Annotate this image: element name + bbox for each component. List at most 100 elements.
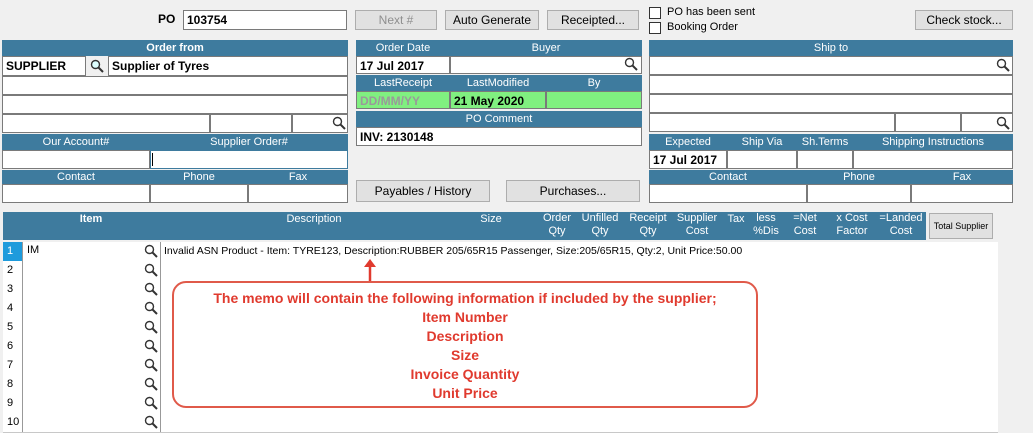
buyer-search-icon[interactable] — [624, 57, 638, 71]
order-from-header: Order from — [2, 40, 348, 56]
col-landed-cost[interactable]: =Landed Cost — [876, 212, 926, 240]
ship-contact-field[interactable] — [649, 184, 807, 203]
table-row[interactable]: 1 IM Invalid ASN Product - Item: TYRE123, … — [3, 242, 998, 262]
po-sent-checkbox[interactable] — [649, 7, 661, 19]
po-number-field[interactable]: 103754 — [183, 10, 347, 30]
description-cell[interactable] — [161, 413, 998, 432]
order-date-field[interactable]: 17 Jul 2017 — [356, 56, 450, 74]
expected-date-field[interactable]: 17 Jul 2017 — [649, 150, 727, 169]
col-description[interactable]: Description — [159, 212, 469, 240]
ship-phone-field[interactable] — [807, 184, 911, 203]
payables-history-button[interactable]: Payables / History — [356, 180, 490, 202]
col-unfilled-qty[interactable]: Unfilled Qty — [578, 212, 622, 240]
table-row[interactable]: 10 — [3, 413, 998, 433]
booking-order-checkbox[interactable] — [649, 22, 661, 34]
ship-via-field[interactable] — [727, 150, 797, 169]
col-net-cost[interactable]: =Net Cost — [786, 212, 824, 240]
address-line-1[interactable] — [2, 76, 348, 95]
annotation-line: Unit Price — [432, 385, 498, 401]
item-search-icon[interactable] — [144, 377, 158, 394]
item-cell[interactable]: IM — [23, 242, 161, 261]
item-cell[interactable] — [23, 375, 161, 394]
ship-to-line-1[interactable] — [649, 75, 1013, 94]
col-supplier-cost[interactable]: Supplier Cost — [672, 212, 722, 240]
col-receipt-qty[interactable]: Receipt Qty — [626, 212, 670, 240]
address-line-2[interactable] — [2, 95, 348, 114]
col-cost-factor[interactable]: x Cost Factor — [828, 212, 876, 240]
row-number[interactable]: 7 — [3, 356, 23, 375]
ship-to-line-2[interactable] — [649, 94, 1013, 113]
description-cell[interactable]: Invalid ASN Product - Item: TYRE123, Des… — [161, 242, 998, 261]
item-cell[interactable] — [23, 318, 161, 337]
fax-field[interactable] — [248, 184, 348, 203]
contact-field[interactable] — [2, 184, 150, 203]
row-number[interactable]: 3 — [3, 280, 23, 299]
annotation-line: The memo will contain the following info… — [213, 290, 717, 306]
auto-generate-button[interactable]: Auto Generate — [445, 10, 539, 30]
address-city[interactable] — [2, 114, 210, 133]
last-modified-header: LastModified — [450, 75, 546, 91]
ship-phone-header: Phone — [807, 170, 911, 184]
row-number[interactable]: 8 — [3, 375, 23, 394]
item-search-icon[interactable] — [144, 244, 158, 261]
item-search-icon[interactable] — [144, 415, 158, 432]
row-number[interactable]: 2 — [3, 261, 23, 280]
last-receipt-header: LastReceipt — [356, 75, 450, 91]
purchases-button[interactable]: Purchases... — [506, 180, 640, 202]
item-cell[interactable] — [23, 299, 161, 318]
row-number[interactable]: 4 — [3, 299, 23, 318]
row-number[interactable]: 6 — [3, 337, 23, 356]
row-number[interactable]: 9 — [3, 394, 23, 413]
supplier-search-icon[interactable] — [90, 59, 104, 73]
item-cell[interactable] — [23, 280, 161, 299]
ship-to-name-field[interactable] — [649, 56, 1013, 75]
item-search-icon[interactable] — [144, 301, 158, 318]
description-cell[interactable] — [161, 261, 998, 280]
row-number[interactable]: 5 — [3, 318, 23, 337]
ship-to-address-search-icon[interactable] — [996, 116, 1010, 130]
col-tax[interactable]: Tax — [722, 212, 750, 240]
item-search-icon[interactable] — [144, 396, 158, 413]
item-cell[interactable] — [23, 394, 161, 413]
ship-to-city[interactable] — [649, 113, 895, 132]
ship-to-search-icon[interactable] — [996, 58, 1010, 72]
ship-to-state[interactable] — [895, 113, 961, 132]
item-search-icon[interactable] — [144, 263, 158, 280]
supplier-name-field[interactable]: Supplier of Tyres — [108, 56, 348, 76]
item-search-icon[interactable] — [144, 358, 158, 375]
last-modified-field: 21 May 2020 — [450, 91, 546, 109]
row-number[interactable]: 1 — [3, 242, 23, 261]
supplier-order-field[interactable] — [150, 150, 348, 169]
col-order-qty[interactable]: Order Qty — [538, 212, 576, 240]
item-search-icon[interactable] — [144, 282, 158, 299]
total-supplier-button[interactable]: Total Supplier — [929, 213, 993, 239]
ship-fax-field[interactable] — [911, 184, 1013, 203]
col-item[interactable]: Item — [23, 212, 159, 240]
shipping-instructions-field[interactable] — [853, 150, 1013, 169]
phone-header: Phone — [150, 170, 248, 184]
supplier-code-field[interactable]: SUPPLIER — [2, 56, 86, 76]
po-comment-field[interactable]: INV: 2130148 — [356, 127, 642, 146]
buyer-field[interactable] — [450, 56, 642, 74]
check-stock-button[interactable]: Check stock... — [915, 10, 1013, 30]
table-row[interactable]: 2 — [3, 261, 998, 281]
address-search-icon[interactable] — [332, 116, 346, 130]
our-account-field[interactable] — [2, 150, 150, 169]
po-label: PO — [158, 12, 176, 26]
po-sent-label: PO has been sent — [667, 6, 756, 18]
address-state[interactable] — [210, 114, 292, 133]
col-size[interactable]: Size — [469, 212, 513, 240]
receipted-button[interactable]: Receipted... — [547, 10, 639, 30]
sh-terms-field[interactable] — [797, 150, 853, 169]
item-cell[interactable] — [23, 356, 161, 375]
item-cell[interactable] — [23, 413, 161, 432]
item-cell[interactable] — [23, 337, 161, 356]
item-cell[interactable] — [23, 261, 161, 280]
item-search-icon[interactable] — [144, 339, 158, 356]
row-number[interactable]: 10 — [3, 413, 23, 432]
next-number-button[interactable]: Next # — [355, 10, 437, 30]
by-header: By — [546, 75, 642, 91]
col-less-dis[interactable]: less %Dis — [750, 212, 782, 240]
phone-field[interactable] — [150, 184, 248, 203]
item-search-icon[interactable] — [144, 320, 158, 337]
